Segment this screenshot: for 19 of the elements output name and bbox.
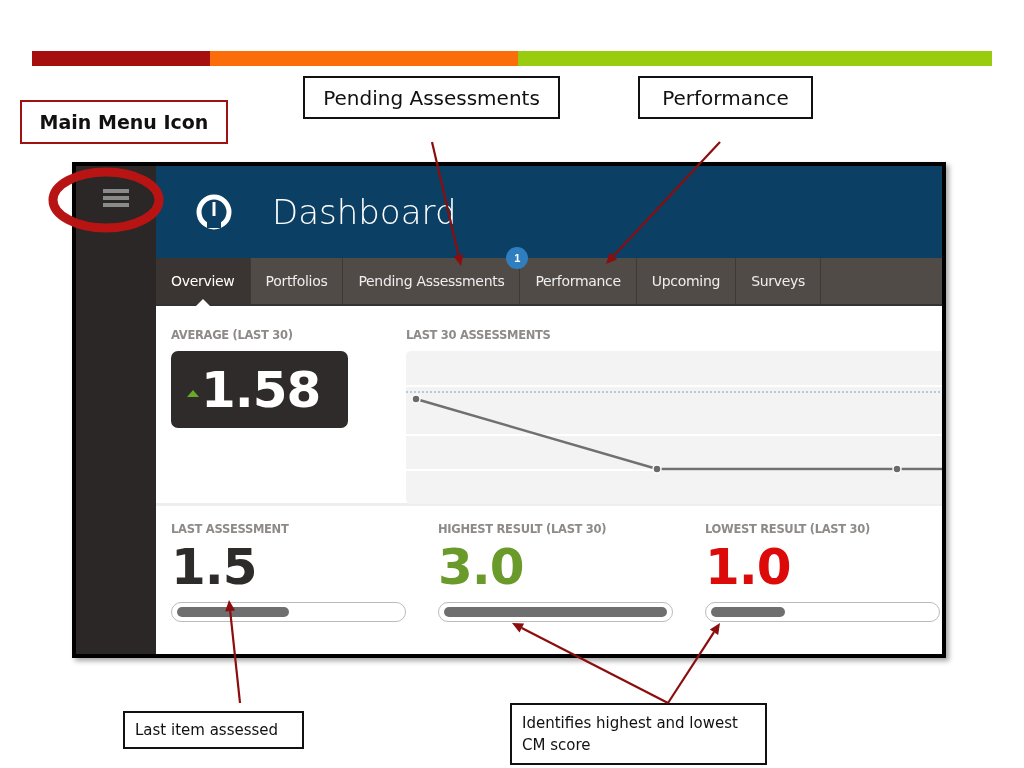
callout-label: Main Menu Icon	[20, 100, 228, 144]
callout-label: Last item assessed	[123, 711, 304, 749]
tab-pointer	[195, 299, 210, 306]
stat-value: 3.0	[438, 537, 525, 598]
stat-label: LAST ASSESSMENT	[171, 522, 290, 536]
stat-label: HIGHEST RESULT (LAST 30)	[438, 522, 608, 536]
tab[interactable]: Overview	[156, 258, 251, 304]
stat-value: 1.5	[171, 537, 258, 598]
menu-icon[interactable]	[103, 188, 129, 208]
page-title: Dashboard	[272, 192, 457, 232]
callout-label: Performance	[638, 76, 813, 119]
gauge-icon	[196, 194, 232, 230]
stat-label: LOWEST RESULT (LAST 30)	[705, 522, 871, 536]
score-value: 1.58	[201, 360, 321, 419]
stat-value: 1.0	[705, 537, 792, 598]
section-label: AVERAGE (LAST 30)	[171, 328, 294, 342]
callout-label: Identifies highest and lowest CM score	[510, 703, 767, 765]
callout-label: Pending Assessments	[303, 76, 560, 119]
section-label: LAST 30 ASSESSMENTS	[406, 328, 552, 342]
